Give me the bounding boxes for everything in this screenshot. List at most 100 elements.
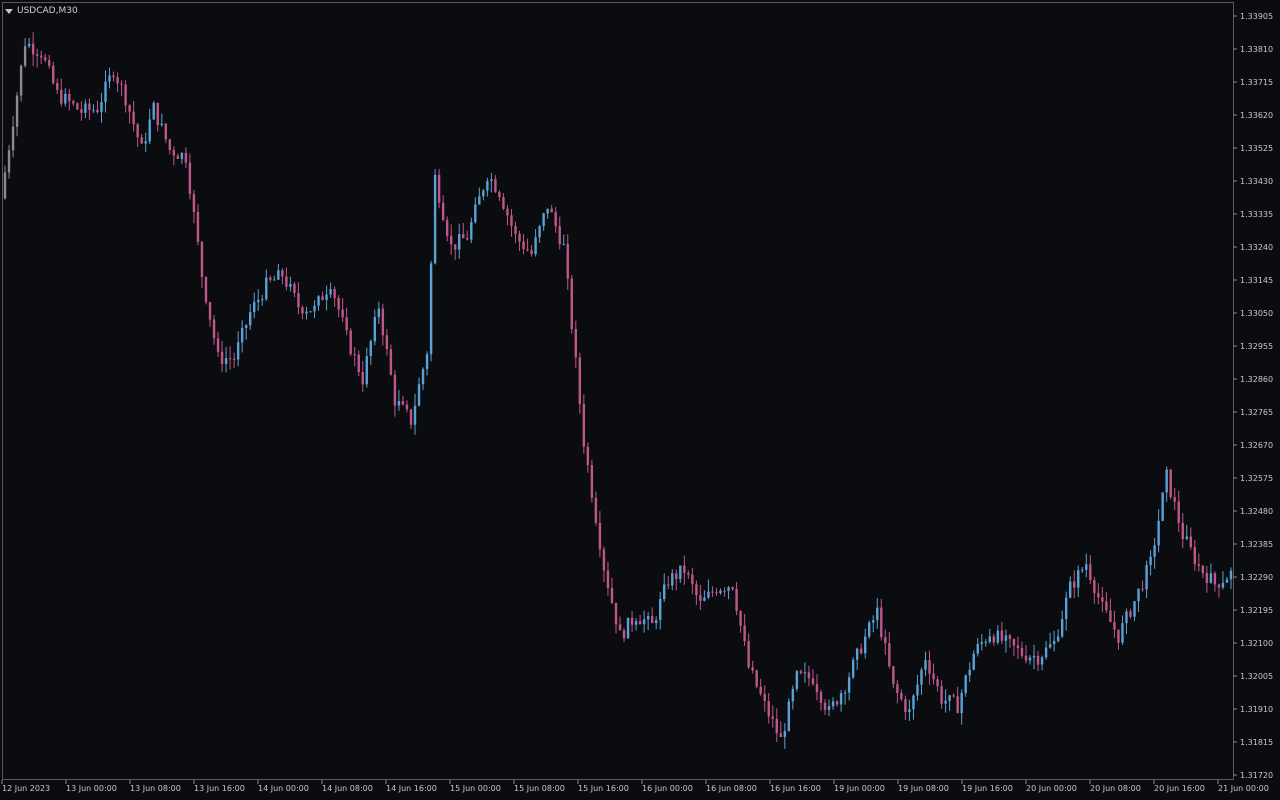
candle xyxy=(1000,621,1004,645)
candle-body xyxy=(795,671,799,689)
chart-window[interactable]: USDCAD,M30 1.33905 1.33810 1.33715 1.33620 1… xyxy=(0,0,1280,800)
candle xyxy=(454,244,457,260)
candle-body xyxy=(755,670,758,687)
candle-body xyxy=(172,149,176,156)
candle xyxy=(56,78,59,95)
time-tick-label: 13 Jun 00:00 xyxy=(66,784,117,793)
candle xyxy=(449,224,453,255)
candle-body xyxy=(176,155,180,159)
candle xyxy=(675,569,678,591)
candle xyxy=(1189,527,1192,550)
candle-body xyxy=(365,356,368,385)
candle xyxy=(1109,598,1112,623)
candle-body xyxy=(140,137,143,144)
candle xyxy=(659,591,662,630)
candle-body xyxy=(257,299,260,303)
candle xyxy=(1141,580,1144,592)
candle xyxy=(88,98,91,121)
candle xyxy=(892,665,895,689)
candle-body xyxy=(35,54,39,56)
candle-body xyxy=(466,238,469,240)
candle xyxy=(594,491,598,526)
candle-body xyxy=(1056,636,1060,641)
candle-body xyxy=(80,109,83,113)
candle-body xyxy=(510,215,513,226)
candle-body xyxy=(972,653,975,670)
candle xyxy=(64,88,67,107)
candle xyxy=(502,192,505,211)
candle xyxy=(385,328,389,356)
candle-body xyxy=(819,692,823,703)
candle-body xyxy=(1149,556,1152,566)
time-tick-label: 16 Jun 00:00 xyxy=(642,784,693,793)
candle-body xyxy=(48,60,51,66)
candle-body xyxy=(144,141,147,144)
price-tick-label: 1.33810 xyxy=(1240,45,1273,54)
candle xyxy=(880,598,883,641)
candle-body xyxy=(602,549,606,571)
candle xyxy=(1205,565,1209,593)
candle xyxy=(60,78,63,107)
dropdown-arrow-icon[interactable] xyxy=(5,8,13,14)
candle xyxy=(357,350,360,376)
candle-body xyxy=(277,270,280,280)
candle xyxy=(96,100,99,114)
candle xyxy=(815,674,819,701)
candle-body xyxy=(1036,655,1040,665)
candle xyxy=(498,190,501,201)
candle-body xyxy=(988,636,992,642)
candle xyxy=(634,618,638,631)
candle xyxy=(578,352,582,414)
candle-body xyxy=(859,648,863,654)
candle xyxy=(232,352,236,369)
candle xyxy=(972,650,975,671)
candle xyxy=(566,234,569,290)
candle xyxy=(345,307,348,336)
candle-body xyxy=(301,307,304,314)
candle xyxy=(739,610,742,633)
candle-body xyxy=(293,284,296,294)
candle xyxy=(112,71,115,82)
candle-body xyxy=(297,293,300,308)
candle xyxy=(240,320,244,353)
candle-body xyxy=(72,101,75,104)
time-tick-label: 19 Jun 00:00 xyxy=(834,784,885,793)
candle xyxy=(413,393,417,435)
candle-body xyxy=(964,675,967,693)
candle xyxy=(35,48,39,68)
candle-body xyxy=(381,308,385,336)
candle-body xyxy=(578,357,582,404)
candle-body xyxy=(606,570,610,589)
candle xyxy=(988,628,992,644)
candle-body xyxy=(847,677,851,693)
candle-body xyxy=(1169,469,1172,498)
candle-body xyxy=(325,294,328,300)
candle xyxy=(912,693,915,720)
candle-body xyxy=(679,565,682,580)
candle-body xyxy=(687,572,690,575)
candle xyxy=(646,612,650,631)
candle-body xyxy=(188,162,192,194)
candle-body xyxy=(273,279,276,281)
candle xyxy=(482,189,485,201)
time-tick-label: 19 Jun 08:00 xyxy=(898,784,949,793)
price-tick-label: 1.33525 xyxy=(1240,144,1273,153)
candle-body xyxy=(285,276,288,287)
candle-body xyxy=(763,693,766,702)
time-tick-label: 14 Jun 00:00 xyxy=(258,784,309,793)
candle-body xyxy=(884,637,887,644)
candle xyxy=(249,304,252,330)
candle-body xyxy=(956,696,959,714)
candle xyxy=(333,286,336,307)
candle-body xyxy=(1137,588,1140,602)
candle xyxy=(984,638,987,647)
price-tick-label: 1.32765 xyxy=(1240,408,1273,417)
candle xyxy=(868,620,871,639)
candle-body xyxy=(156,102,159,126)
candlestick-chart[interactable]: 1.33905 1.33810 1.33715 1.33620 1.33525 1.334… xyxy=(0,0,1280,800)
candle-body xyxy=(855,648,859,660)
candle-body xyxy=(1173,497,1176,502)
candle-body xyxy=(240,327,244,343)
candle-body xyxy=(996,630,1000,643)
candle-body xyxy=(494,179,497,193)
